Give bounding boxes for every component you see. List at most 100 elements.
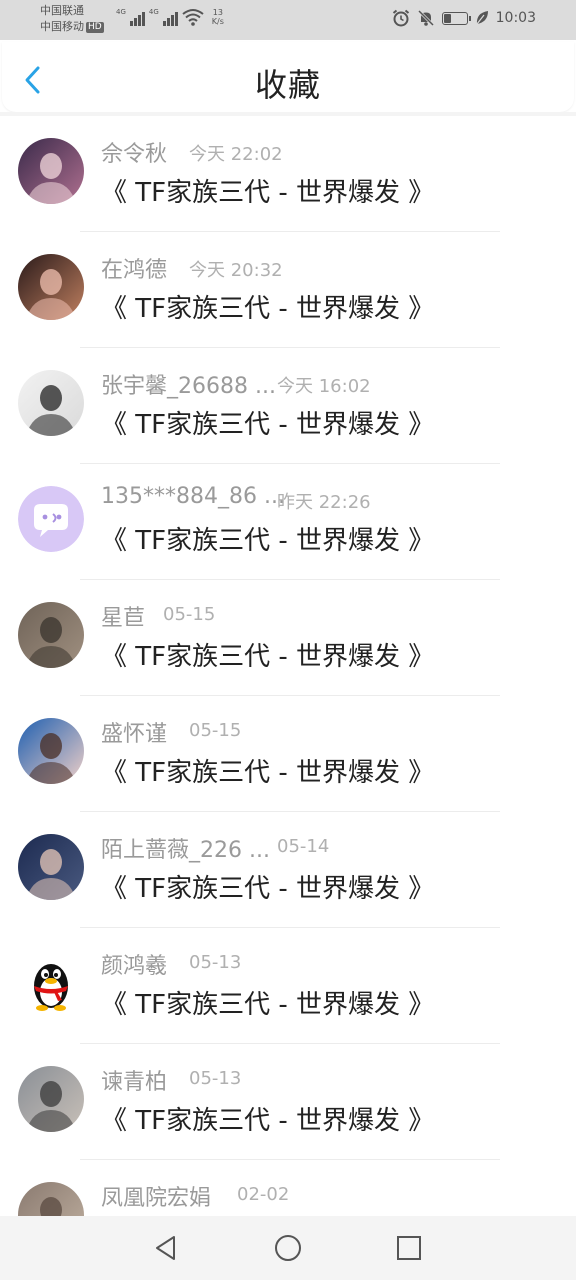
hd-badge: HD [86,22,104,33]
item-title: 《 TF家族三代 - 世界爆发 》 [101,874,435,904]
item-title: 《 TF家族三代 - 世界爆发 》 [101,294,435,324]
user-name: 佘令秋 [101,142,168,167]
list-item[interactable]: 张宇馨_26688 ... 今天 16:02 《 TF家族三代 - 世界爆发 》 [0,348,576,464]
network-label-1: 4G [116,8,126,16]
user-name: 星苣 [101,606,146,631]
avatar[interactable] [18,602,84,668]
chat-bubble-icon [18,486,84,552]
avatar[interactable] [18,950,84,1016]
item-meta: 星苣 05-15 [101,600,571,631]
item-title: 《 TF家族三代 - 世界爆发 》 [101,758,435,788]
battery-fill [443,13,451,23]
speed-value: 13 [212,8,223,17]
item-title: 《 TF家族三代 - 世界爆发 》 [101,642,435,672]
user-name: 谏青柏 [101,1070,168,1095]
wifi-icon [182,9,204,26]
status-bar: 中国联通 中国移动 HD 4G 4G 13 K/s 10:03 [0,0,576,40]
item-title: 《 TF家族三代 - 世界爆发 》 [101,410,435,440]
mute-notification-icon [417,9,434,27]
timestamp: 05-14 [277,836,330,857]
item-title: 《 TF家族三代 - 世界爆发 》 [101,178,435,208]
battery-icon [441,11,471,25]
list-item[interactable]: 135***884_86 ... 昨天 22:26 《 TF家族三代 - 世界爆发 … [0,464,576,580]
list-item[interactable]: 颜鸿羲 05-13 《 TF家族三代 - 世界爆发 》 [0,928,576,1044]
timestamp: 今天 16:02 [277,376,371,397]
timestamp: 05-15 [163,604,216,625]
header-bar: 收藏 [2,42,574,112]
avatar[interactable] [18,138,84,204]
avatar[interactable] [18,718,84,784]
user-name: 135***884_86 ... [101,484,285,509]
page-title: 收藏 [254,66,321,104]
nav-back-button[interactable] [150,1232,182,1264]
item-meta: 颜鸿羲 05-13 [101,948,571,979]
timestamp: 05-13 [189,1068,242,1089]
timestamp: 昨天 22:26 [277,492,371,513]
item-meta: 盛怀谨 05-15 [101,716,571,747]
network-icons: 4G 4G 13 K/s [116,8,224,26]
user-name: 张宇馨_26688 ... [101,374,276,399]
list-item[interactable]: 陌上蔷薇_226 ... 05-14 《 TF家族三代 - 世界爆发 》 [0,812,576,928]
timestamp: 02-02 [237,1184,290,1205]
item-meta: 张宇馨_26688 ... 今天 16:02 [101,368,571,399]
list-item[interactable]: 盛怀谨 05-15 《 TF家族三代 - 世界爆发 》 [0,696,576,812]
avatar-photo [18,602,84,668]
recents-square-icon [397,1236,421,1260]
item-meta: 135***884_86 ... 昨天 22:26 [101,484,571,514]
item-title: 《 TF家族三代 - 世界爆发 》 [101,1106,435,1136]
network-label-2: 4G [148,8,159,16]
avatar-photo [18,370,84,436]
avatar-photo [18,834,84,900]
user-name: 陌上蔷薇_226 ... [101,838,270,863]
item-meta: 佘令秋 今天 22:02 [101,136,571,167]
list-item[interactable]: 谏青柏 05-13 《 TF家族三代 - 世界爆发 》 [0,1044,576,1160]
user-name: 在鸿德 [101,258,168,283]
timestamp: 05-15 [189,720,242,741]
carrier-1: 中国联通 [40,4,84,17]
user-name: 盛怀谨 [101,722,168,747]
avatar[interactable] [18,370,84,436]
timestamp: 今天 22:02 [189,144,283,165]
avatar[interactable] [18,486,84,552]
list-item[interactable]: 佘令秋 今天 22:02 《 TF家族三代 - 世界爆发 》 [0,116,576,232]
home-circle-icon [275,1235,301,1261]
user-name: 颜鸿羲 [101,954,168,979]
timestamp: 今天 20:32 [189,260,283,281]
carrier-2: 中国移动 [40,20,84,33]
leaf-icon [476,11,488,25]
list-item[interactable]: 凤凰院宏娟 02-02 [0,1160,576,1216]
avatar-photo [18,254,84,320]
nav-recents-button[interactable] [393,1232,425,1264]
navigation-bar [0,1216,576,1280]
avatar[interactable] [18,1066,84,1132]
avatar[interactable] [18,834,84,900]
item-meta: 陌上蔷薇_226 ... 05-14 [101,832,571,863]
nav-home-button[interactable] [272,1232,304,1264]
timestamp: 05-13 [189,952,242,973]
penguin-icon [18,950,84,1016]
favorites-list[interactable]: 佘令秋 今天 22:02 《 TF家族三代 - 世界爆发 》在鸿德 今天 20:32 《… [0,116,576,1216]
network-speed: 13 K/s [212,8,224,26]
item-title: 《 TF家族三代 - 世界爆发 》 [101,526,435,556]
signal-icon [129,10,145,26]
item-meta: 凤凰院宏娟 02-02 [101,1180,571,1211]
alarm-icon [392,9,409,27]
back-triangle-icon [156,1236,175,1260]
avatar-photo [18,138,84,204]
item-meta: 在鸿德 今天 20:32 [101,252,571,283]
avatar-photo [18,1066,84,1132]
item-title: 《 TF家族三代 - 世界爆发 》 [101,990,435,1020]
avatar-photo [18,1182,84,1216]
user-name: 凤凰院宏娟 [101,1186,212,1211]
avatar[interactable] [18,254,84,320]
avatar-photo [18,718,84,784]
speed-unit: K/s [211,17,224,26]
avatar[interactable] [18,1182,84,1216]
system-icons: 10:03 [392,9,536,27]
list-item[interactable]: 在鸿德 今天 20:32 《 TF家族三代 - 世界爆发 》 [0,232,576,348]
signal-icon [162,10,178,26]
status-time: 10:03 [495,10,536,26]
carrier-info: 中国联通 中国移动 HD [40,3,104,35]
carrier-2-row: 中国移动 HD [40,19,104,35]
list-item[interactable]: 星苣 05-15 《 TF家族三代 - 世界爆发 》 [0,580,576,696]
